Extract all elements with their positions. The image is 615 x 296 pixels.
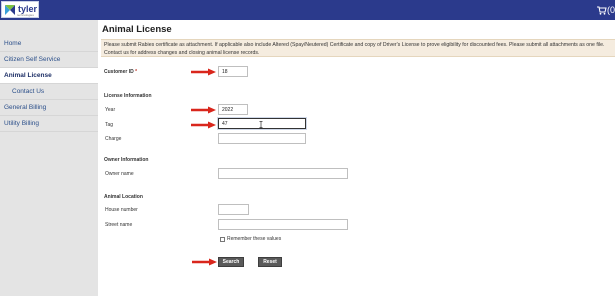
sidebar-item-contact-us[interactable]: Contact Us bbox=[0, 84, 98, 100]
tag-input[interactable]: 47 bbox=[218, 118, 306, 129]
year-label: Year bbox=[105, 107, 116, 113]
red-arrow-icon bbox=[191, 106, 217, 114]
remember-values-checkbox[interactable] bbox=[220, 236, 225, 242]
owner-name-input[interactable] bbox=[218, 168, 348, 179]
required-mark: * bbox=[135, 69, 138, 75]
cart-count: (0 bbox=[606, 5, 615, 15]
sidebar-item-general-billing[interactable]: General Billing bbox=[0, 100, 98, 116]
notice-banner: Please submit Rabies certificate as atta… bbox=[101, 39, 615, 57]
tag-value: 47 bbox=[222, 120, 228, 127]
house-number-label: House number bbox=[105, 207, 138, 213]
main-content: Animal License Please submit Rabies cert… bbox=[98, 20, 615, 296]
text-cursor-icon bbox=[259, 121, 263, 128]
customer-id-label-text: Customer ID bbox=[104, 69, 134, 75]
remember-values-row: Remember these values bbox=[220, 236, 281, 242]
sidebar: Home Citizen Self Service Animal License… bbox=[0, 20, 98, 296]
tyler-logo-icon bbox=[4, 4, 16, 16]
cart-icon bbox=[596, 6, 607, 15]
top-bar: tyler technologies (0 bbox=[0, 0, 615, 20]
animal-location-heading: Animal Location bbox=[104, 194, 143, 200]
charge-input[interactable] bbox=[218, 133, 306, 144]
sidebar-item-citizen-self-service[interactable]: Citizen Self Service bbox=[0, 52, 98, 68]
tyler-logo[interactable]: tyler technologies bbox=[1, 1, 39, 18]
red-arrow-icon bbox=[191, 121, 217, 129]
sidebar-item-utility-billing[interactable]: Utility Billing bbox=[0, 116, 98, 132]
street-name-input[interactable] bbox=[218, 219, 348, 230]
license-information-heading: License Information bbox=[104, 93, 152, 99]
tag-label: Tag bbox=[105, 122, 114, 128]
sidebar-item-home[interactable]: Home bbox=[0, 36, 98, 52]
charge-label: Charge bbox=[105, 136, 122, 142]
customer-id-label: Customer ID * bbox=[104, 69, 137, 75]
customer-id-input[interactable]: 18 bbox=[218, 66, 248, 77]
red-arrow-icon bbox=[191, 68, 217, 76]
sidebar-item-animal-license[interactable]: Animal License bbox=[0, 68, 98, 84]
street-name-label: Street name bbox=[105, 222, 133, 228]
page-title: Animal License bbox=[102, 24, 172, 35]
cart-button[interactable]: (0 bbox=[596, 4, 615, 16]
red-arrow-icon bbox=[192, 258, 218, 266]
owner-information-heading: Owner Information bbox=[104, 157, 149, 163]
remember-values-label: Remember these values bbox=[227, 236, 282, 242]
house-number-input[interactable] bbox=[218, 204, 249, 215]
year-input[interactable]: 2022 bbox=[218, 104, 248, 115]
logo-subtext: technologies bbox=[17, 13, 34, 17]
search-button[interactable]: Search bbox=[218, 257, 244, 267]
owner-name-label: Owner name bbox=[105, 171, 134, 177]
reset-button[interactable]: Reset bbox=[258, 257, 282, 267]
